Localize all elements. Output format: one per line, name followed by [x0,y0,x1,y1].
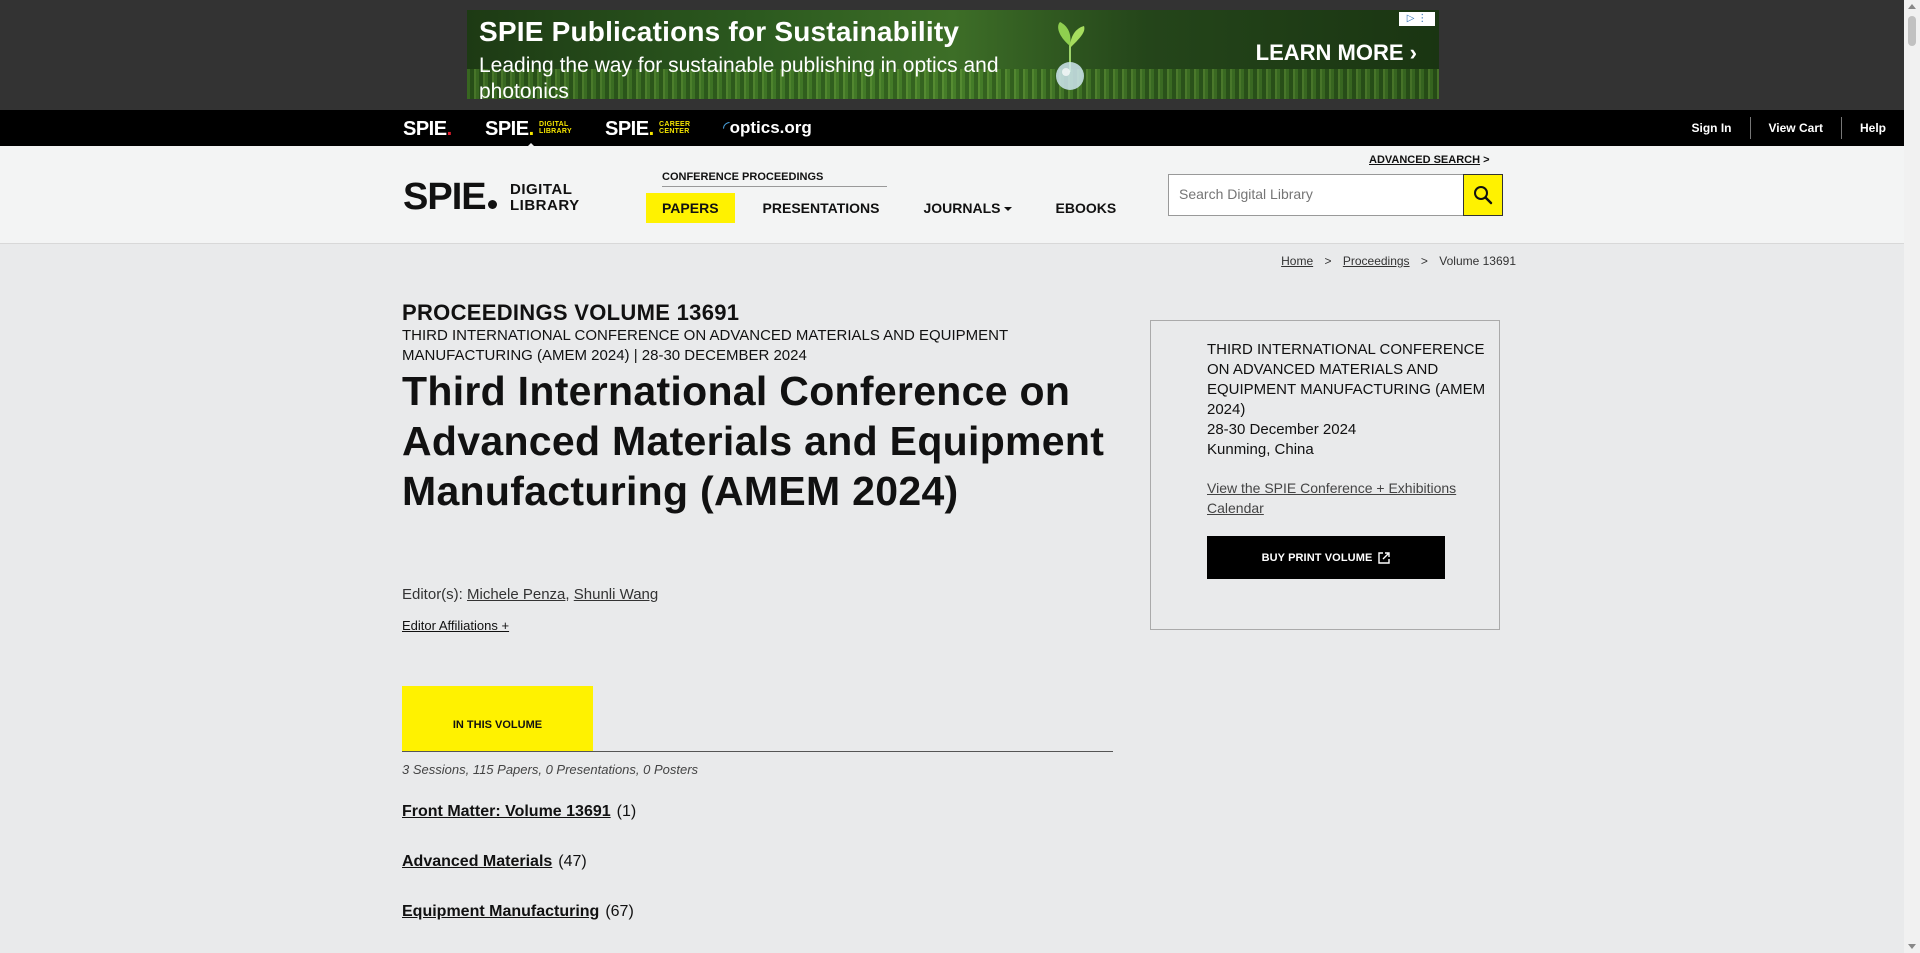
advanced-search: ADVANCED SEARCH > [1369,154,1490,166]
scrollbar-thumb[interactable] [1908,16,1916,46]
editor-link[interactable]: Michele Penza [467,586,565,603]
brand-spie[interactable]: SPIE. [403,118,452,141]
page-title: Third International Conference on Advanc… [402,368,1105,514]
brand-spie-label: SPIE [403,118,447,140]
session-link-equipment-manufacturing[interactable]: Equipment Manufacturing [402,903,599,920]
editor-affiliations-toggle[interactable]: Editor Affiliations + [402,618,509,633]
tab-divider [402,751,1113,752]
nav-journals[interactable]: JOURNALS [907,193,1027,223]
breadcrumb-current: Volume 13691 [1439,254,1516,268]
conference-meta: THIRD INTERNATIONAL CONFERENCE ON ADVANC… [402,327,1008,364]
brand-dl-sub: DIGITAL LIBRARY [539,121,572,135]
buy-print-volume-label: BUY PRINT VOLUME [1261,551,1373,564]
external-link-icon [1378,551,1391,564]
ad-learn-more-button[interactable]: LEARN MORE › [1256,40,1417,66]
advanced-search-arrow: > [1483,154,1490,166]
ad-headline[interactable]: SPIE Publications for Sustainability [479,16,959,48]
brand-optics-label: optics.org [729,118,812,137]
scroll-up-icon[interactable] [1908,4,1916,9]
search-icon [1474,186,1493,205]
help-link[interactable]: Help [1840,117,1904,139]
editors-label: Editor(s): [402,586,463,603]
brand-optics-org[interactable]: ◜optics.org [723,118,812,138]
caret-down-icon [1003,207,1012,212]
session-link-front-matter[interactable]: Front Matter: Volume 13691 [402,803,611,820]
sidebar-location: Kunming, China [1207,441,1314,458]
site-header: SPIE DIGITAL LIBRARY CONFERENCE PROCEEDI… [0,146,1904,244]
brand-spie-digital-library[interactable]: SPIE. DIGITAL LIBRARY [485,118,572,149]
ad-subline[interactable]: Leading the way for sustainable publishi… [479,53,999,99]
brand-cc-sub: CAREER CENTER [659,121,691,135]
logo-sub-line-1: DIGITAL [510,181,573,198]
brand-spie-career-center[interactable]: SPIE. CAREER CENTER [605,118,690,141]
nav-presentations[interactable]: PRESENTATIONS [747,193,896,223]
plant-globe-icon [1056,22,1085,90]
search-input[interactable] [1169,175,1459,213]
volume-label: PROCEEDINGS VOLUME 13691 [402,300,740,325]
ad-choices-icon[interactable]: ▷ ⋮ [1399,12,1435,26]
breadcrumb: Home > Proceedings > Volume 13691 [1281,254,1516,268]
conference-proceedings-label: CONFERENCE PROCEEDINGS [662,171,887,187]
sidebar-conference-name: THIRD INTERNATIONAL CONFERENCE ON ADVANC… [1207,341,1486,418]
scroll-down-icon[interactable] [1908,944,1916,949]
session-link-advanced-materials[interactable]: Advanced Materials [402,853,552,870]
logo-sub: DIGITAL LIBRARY [510,182,580,214]
session-count: (47) [558,853,587,870]
buy-print-volume-button[interactable]: BUY PRINT VOLUME [1207,536,1445,579]
conference-info-box: THIRD INTERNATIONAL CONFERENCE ON ADVANC… [1150,320,1500,630]
volume-counts: 3 Sessions, 115 Papers, 0 Presentations,… [402,762,699,777]
session-list: Front Matter: Volume 13691 (1) Advanced M… [402,803,636,953]
ad-banner[interactable]: SPIE Publications for Sustainability Lea… [467,10,1439,99]
page-scrollbar[interactable] [1904,0,1920,953]
conference-info-text: THIRD INTERNATIONAL CONFERENCE ON ADVANC… [1207,340,1487,460]
breadcrumb-separator: > [1420,254,1428,268]
nav-papers[interactable]: PAPERS [646,193,735,223]
view-cart-link[interactable]: View Cart [1749,117,1841,139]
logo-main: SPIE [403,176,487,218]
editor-link[interactable]: Shunli Wang [574,586,659,603]
sidebar-dates: 28-30 December 2024 [1207,421,1357,438]
breadcrumb-proceedings[interactable]: Proceedings [1343,254,1410,268]
ad-strip: SPIE Publications for Sustainability Lea… [0,0,1904,110]
session-count: (1) [616,803,637,820]
spie-digital-library-logo[interactable]: SPIE [403,176,499,219]
logo-sub-line-2: LIBRARY [510,197,580,214]
sign-in-link[interactable]: Sign In [1674,117,1750,139]
list-item: Advanced Materials (47) [402,853,636,903]
optics-wave-icon: ◜ [723,118,730,137]
brand-cc-label: SPIE [605,118,649,140]
search-box [1168,174,1464,216]
advanced-search-link[interactable]: ADVANCED SEARCH [1369,154,1480,166]
nav-journals-label: JOURNALS [923,200,1001,216]
list-item: Equipment Manufacturing (67) [402,903,636,953]
tab-in-this-volume[interactable]: IN THIS VOLUME [402,686,593,752]
account-links: Sign In View Cart Help [1674,110,1904,146]
breadcrumb-home[interactable]: Home [1281,254,1313,268]
list-item: Front Matter: Volume 13691 (1) [402,803,636,853]
breadcrumb-separator: > [1324,254,1332,268]
conference-calendar-link[interactable]: View the SPIE Conference + Exhibitions C… [1207,478,1477,518]
brand-dl-label: SPIE [485,118,529,140]
main-nav: PAPERS PRESENTATIONS JOURNALS EBOOKS [646,193,1144,223]
nav-ebooks[interactable]: EBOOKS [1040,193,1133,223]
search-button[interactable] [1463,174,1503,216]
editors: Editor(s): Michele Penza, Shunli Wang [402,586,659,603]
top-navbar: SPIE. SPIE. DIGITAL LIBRARY SPIE. CAREER… [0,110,1904,149]
session-count: (67) [605,903,634,920]
